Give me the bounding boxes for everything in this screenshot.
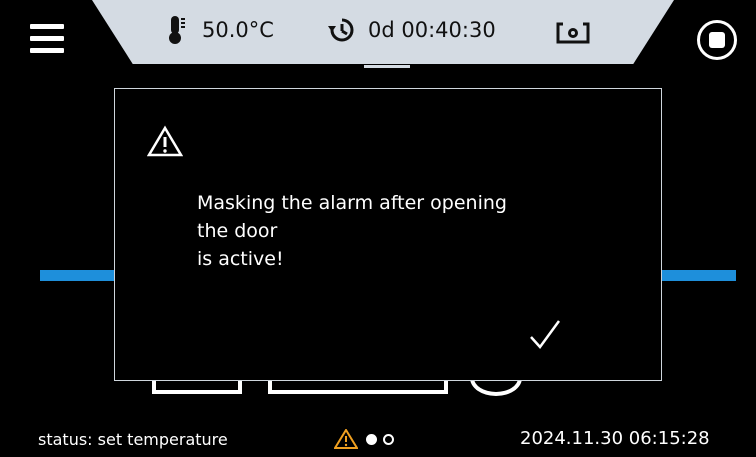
right-status-line	[662, 270, 736, 281]
camera-button[interactable]	[556, 22, 590, 44]
stop-button[interactable]	[697, 20, 737, 60]
stop-icon	[709, 32, 725, 48]
page-dot-2[interactable]	[383, 433, 394, 445]
left-status-line	[40, 270, 115, 281]
page-indicator	[334, 429, 394, 449]
temperature-readout[interactable]: 50.0°C	[168, 14, 274, 46]
dialog-message: Masking the alarm after opening the door…	[197, 192, 507, 270]
page-dot-1[interactable]	[366, 433, 377, 445]
camera-settings-icon	[556, 22, 590, 44]
checkmark-icon	[530, 320, 561, 349]
thermometer-icon	[169, 16, 185, 44]
temperature-value: 50.0°C	[202, 18, 274, 42]
warning-icon[interactable]	[334, 429, 358, 449]
warning-triangle-icon	[147, 125, 183, 157]
confirm-button[interactable]	[527, 317, 563, 353]
status-text: status: set temperature	[38, 430, 228, 449]
menu-icon	[30, 24, 64, 29]
datetime: 2024.11.30 06:15:28	[520, 428, 710, 449]
timer-readout[interactable]: 0d 00:40:30	[326, 14, 496, 46]
active-page-underline	[364, 65, 410, 68]
timer-value: 0d 00:40:30	[368, 18, 496, 42]
clock-rewind-icon	[328, 18, 354, 42]
alarm-dialog: Masking the alarm after opening the door…	[114, 88, 662, 381]
menu-button[interactable]	[30, 24, 64, 60]
